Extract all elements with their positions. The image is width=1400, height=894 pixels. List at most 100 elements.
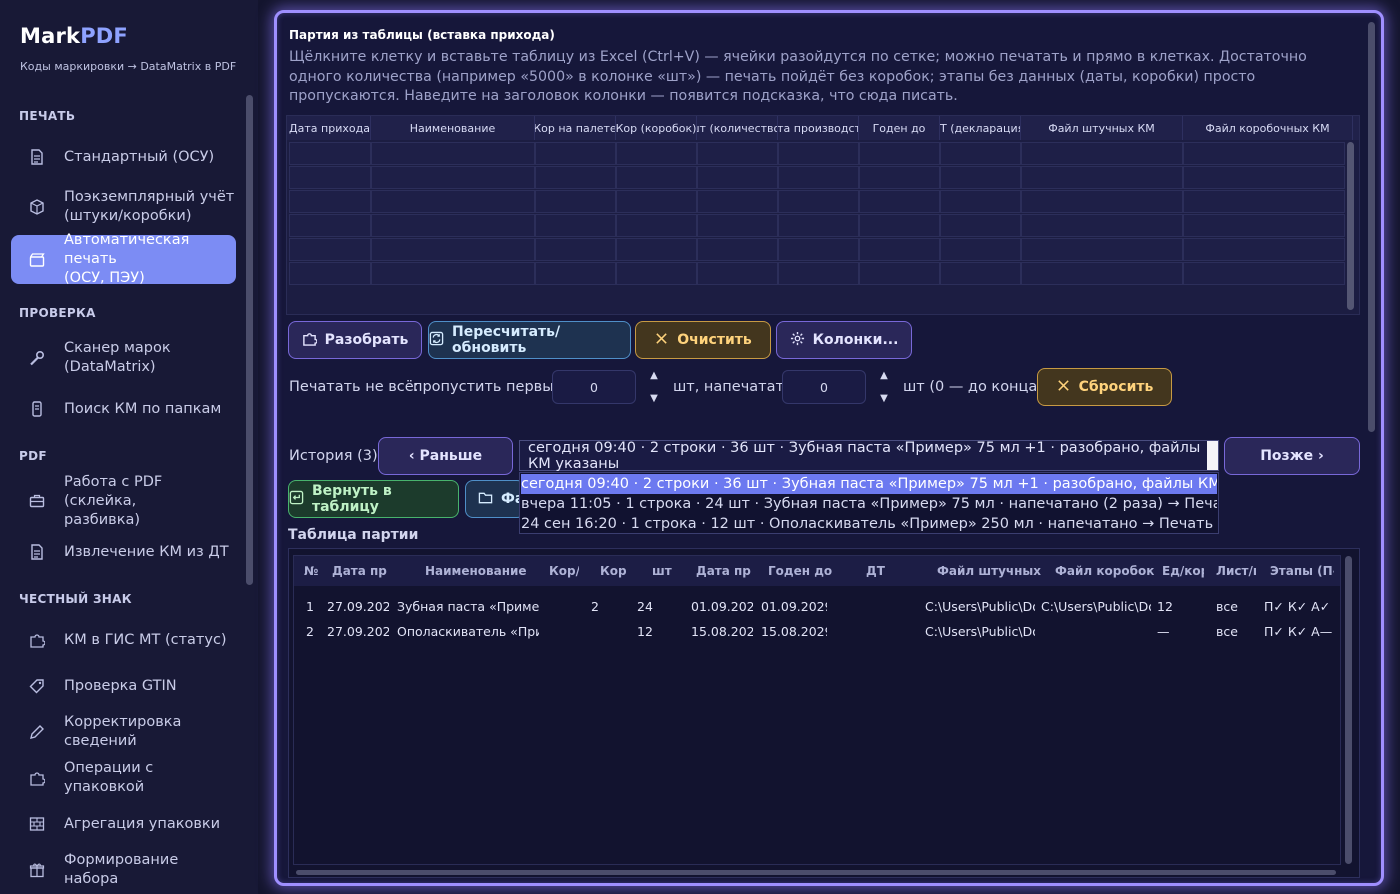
grid-cell[interactable] — [1183, 190, 1345, 213]
sidebar-item-pdf-work[interactable]: Работа с PDF (склейка, разбивка) — [11, 474, 236, 528]
table-cell[interactable]: все — [1216, 624, 1256, 639]
history-option[interactable]: сегодня 09:40 · 2 строки · 36 шт · Зубна… — [521, 474, 1217, 494]
grid-cell[interactable] — [859, 166, 940, 189]
grid-cell[interactable] — [859, 238, 940, 261]
table-cell[interactable]: 12 — [637, 624, 667, 639]
table-cell[interactable]: C:\Users\Public\Doc — [925, 624, 1035, 639]
grid-cell[interactable] — [1183, 166, 1345, 189]
grid-cell[interactable] — [1183, 214, 1345, 237]
col-date-in[interactable]: Дата при — [332, 556, 387, 586]
grid-cell[interactable] — [289, 238, 371, 261]
table-cell[interactable]: П✓ К✓ А✓ — [1264, 599, 1334, 614]
col-boxes-pallet[interactable]: Кор/п — [549, 556, 579, 586]
files-button[interactable]: Фа — [465, 480, 525, 518]
grid-col-name[interactable]: Наименование — [371, 116, 535, 140]
print-count-spinbox[interactable]: 0 — [782, 370, 866, 404]
grid-cell[interactable] — [371, 190, 535, 213]
grid-cell[interactable] — [778, 142, 859, 165]
grid-col-date-in[interactable]: Дата прихода — [289, 116, 371, 140]
grid-cell[interactable] — [1021, 190, 1183, 213]
history-earlier-button[interactable]: ‹ Раньше — [378, 437, 513, 475]
table-cell[interactable]: 12 — [1157, 599, 1197, 614]
grid-cell[interactable] — [616, 142, 697, 165]
col-per-box[interactable]: Ед/кор — [1162, 556, 1204, 586]
batch-table-viewport[interactable]: № Дата при Наименование Кор/п Кор шт Дат… — [293, 555, 1341, 865]
grid-cell[interactable] — [859, 214, 940, 237]
clear-button[interactable]: Очистить — [635, 321, 771, 359]
table-cell[interactable]: C:\Users\Public\Doc — [1041, 599, 1151, 614]
columns-button[interactable]: Колонки... — [776, 321, 912, 359]
grid-cell[interactable] — [697, 214, 778, 237]
sidebar-item-aggregation[interactable]: Агрегация упаковки — [11, 807, 236, 841]
batch-table[interactable]: № Дата при Наименование Кор/п Кор шт Дат… — [288, 548, 1360, 878]
grid-cell[interactable] — [371, 214, 535, 237]
print-stepper[interactable]: ▲ ▼ — [873, 370, 895, 404]
table-cell[interactable]: 27.09.2026 — [327, 624, 389, 639]
sidebar-item-auto-print[interactable]: Автоматическая печать (ОСУ, ПЭУ) — [11, 232, 236, 286]
col-qty[interactable]: шт — [652, 556, 672, 586]
grid-cell[interactable] — [940, 214, 1021, 237]
grid-cell[interactable] — [697, 190, 778, 213]
table-cell[interactable]: 1 — [306, 599, 324, 614]
parse-button[interactable]: Разобрать — [288, 321, 422, 359]
sidebar-item-search-km[interactable]: Поиск КМ по папкам — [11, 392, 236, 426]
col-sheet[interactable]: Лист/п — [1216, 556, 1256, 586]
grid-cell[interactable] — [535, 238, 616, 261]
grid-cell[interactable] — [859, 190, 940, 213]
grid-cell[interactable] — [1021, 166, 1183, 189]
table-cell[interactable]: 27.09.2026 — [327, 599, 389, 614]
sidebar-item-correction[interactable]: Корректировка сведений — [11, 714, 236, 749]
sidebar-item-gis-mt[interactable]: КМ в ГИС МТ (статус) — [11, 623, 236, 657]
grid-col-prod-date[interactable]: Дата производства — [778, 116, 859, 140]
sidebar-item-gtin[interactable]: Проверка GTIN — [11, 669, 236, 703]
grid-cell[interactable] — [940, 166, 1021, 189]
history-option[interactable]: вчера 11:05 · 1 строка · 24 шт · Зубная … — [521, 494, 1217, 514]
batch-table-hscrollbar[interactable] — [296, 870, 1336, 875]
col-name[interactable]: Наименование — [425, 556, 527, 586]
table-cell[interactable]: все — [1216, 599, 1256, 614]
grid-cell[interactable] — [1183, 262, 1345, 285]
arrow-up-icon[interactable]: ▲ — [650, 370, 658, 381]
col-number[interactable]: № — [304, 556, 318, 586]
grid-cell[interactable] — [289, 142, 371, 165]
sidebar-item-extract-km[interactable]: Извлечение КМ из ДТ — [11, 535, 236, 569]
grid-cell[interactable] — [940, 262, 1021, 285]
skip-first-spinbox[interactable]: 0 — [552, 370, 636, 404]
grid-col-unit-file[interactable]: Файл штучных КМ — [1021, 116, 1183, 140]
grid-col-boxes-pallet[interactable]: Кор на палете — [535, 116, 616, 140]
sidebar-item-per-unit[interactable]: Поэкземплярный учёт (штуки/коробки) — [11, 187, 236, 227]
col-expiry[interactable]: Годен до — [768, 556, 832, 586]
col-prod-date[interactable]: Дата про — [696, 556, 751, 586]
grid-cell[interactable] — [859, 262, 940, 285]
grid-cell[interactable] — [371, 142, 535, 165]
sidebar-item-kit[interactable]: Формирование набора — [11, 852, 236, 887]
chevron-down-icon[interactable] — [1207, 441, 1218, 470]
arrow-up-icon[interactable]: ▲ — [880, 370, 888, 381]
history-option[interactable]: 24 сен 16:20 · 1 строка · 12 шт · Ополас… — [521, 514, 1217, 534]
table-cell[interactable]: C:\Users\Public\Doc — [925, 599, 1035, 614]
grid-col-box-file[interactable]: Файл коробочных КМ — [1183, 116, 1353, 140]
grid-cell[interactable] — [535, 166, 616, 189]
main-scrollbar[interactable] — [1368, 22, 1375, 432]
grid-cell[interactable] — [940, 238, 1021, 261]
grid-cell[interactable] — [371, 262, 535, 285]
grid-cell[interactable] — [371, 166, 535, 189]
grid-cell[interactable] — [616, 214, 697, 237]
grid-cell[interactable] — [940, 190, 1021, 213]
table-cell[interactable]: 01.09.2029 — [761, 599, 827, 614]
paste-grid[interactable]: Дата прихода Наименование Кор на палете … — [286, 115, 1360, 315]
grid-cell[interactable] — [697, 166, 778, 189]
grid-cell[interactable] — [289, 190, 371, 213]
grid-cell[interactable] — [697, 262, 778, 285]
batch-table-vscrollbar[interactable] — [1345, 556, 1352, 864]
sidebar-scrollbar[interactable] — [246, 95, 253, 585]
grid-cell[interactable] — [535, 262, 616, 285]
grid-cell[interactable] — [289, 262, 371, 285]
grid-cell[interactable] — [778, 262, 859, 285]
grid-cell[interactable] — [289, 214, 371, 237]
grid-cell[interactable] — [1021, 142, 1183, 165]
table-cell[interactable]: Зубная паста «Пример» 7 — [397, 599, 539, 614]
grid-cell[interactable] — [289, 166, 371, 189]
grid-cell[interactable] — [697, 238, 778, 261]
table-cell[interactable]: П✓ К✓ А— — [1264, 624, 1334, 639]
